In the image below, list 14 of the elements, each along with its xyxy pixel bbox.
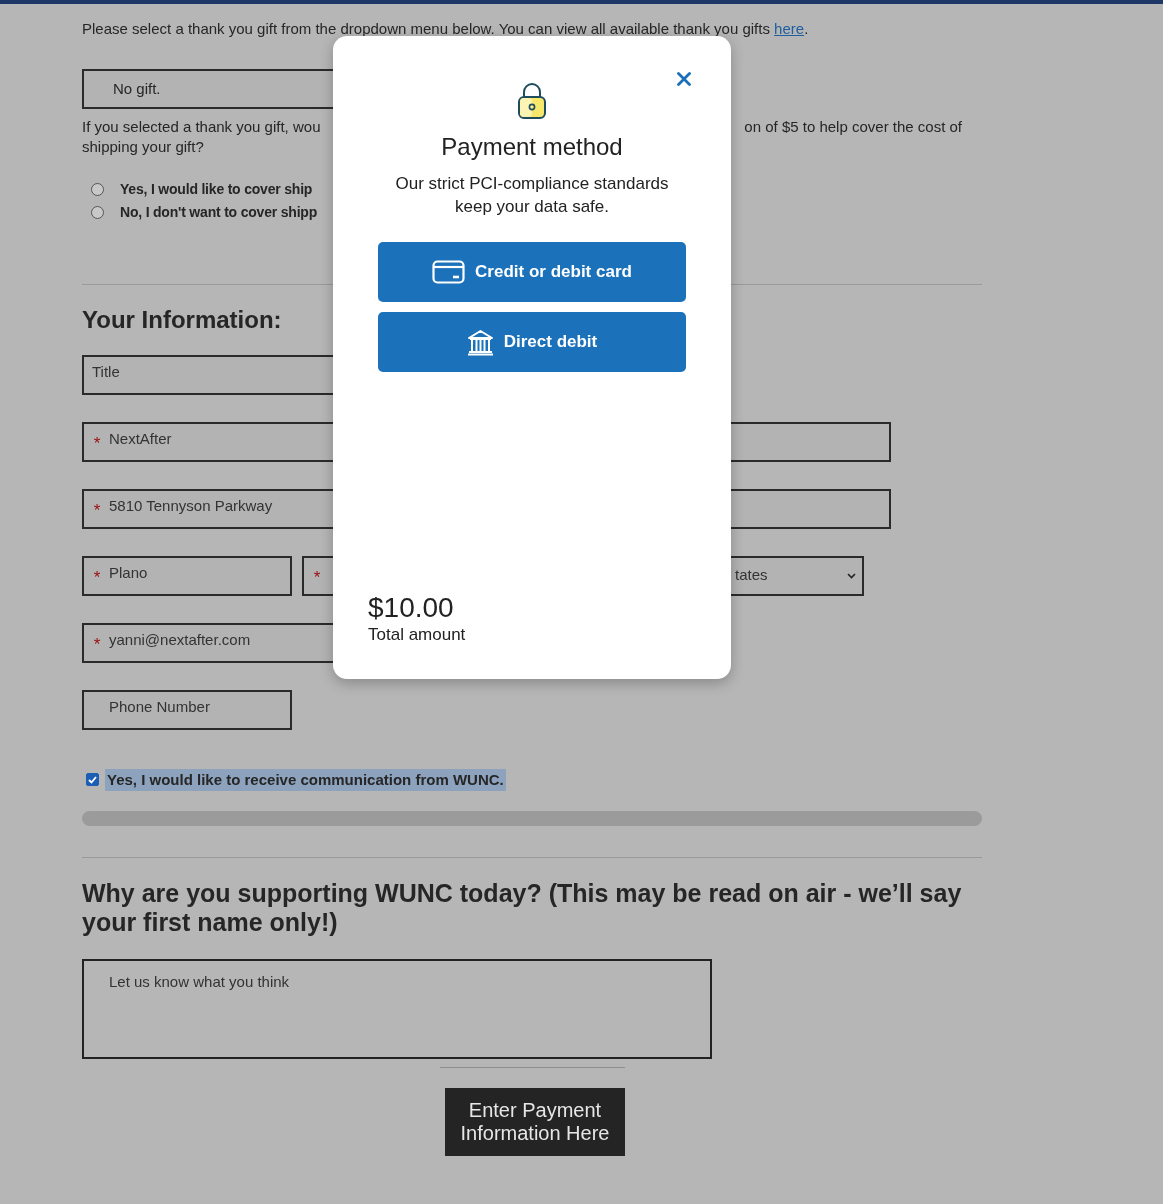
required-marker: * (92, 567, 102, 588)
shipping-question-text: If you selected a thank you gift, wou (82, 117, 321, 136)
required-marker: * (312, 567, 322, 588)
required-marker: * (92, 634, 102, 655)
required-marker: * (92, 433, 102, 454)
shipping-question-text: shipping your gift? (82, 137, 204, 156)
gift-instructions: Please select a thank you gift from the dropdown menu below. You can view all available thank you gifts here. (82, 19, 810, 39)
section-heading: Your Information: (82, 304, 283, 335)
dialog-subtitle: Our strict PCI-compliance standards keep your data safe. (394, 173, 670, 218)
total-amount: $10.00 (368, 592, 455, 624)
shipping-question-text: on of $5 to help cover the cost of (744, 117, 962, 136)
section-heading: Why are you supporting WUNC today? (This may be read on air - we’ll say your first name only!) (82, 879, 963, 937)
dialog-title: Payment method (440, 132, 624, 162)
required-marker: * (92, 500, 102, 521)
